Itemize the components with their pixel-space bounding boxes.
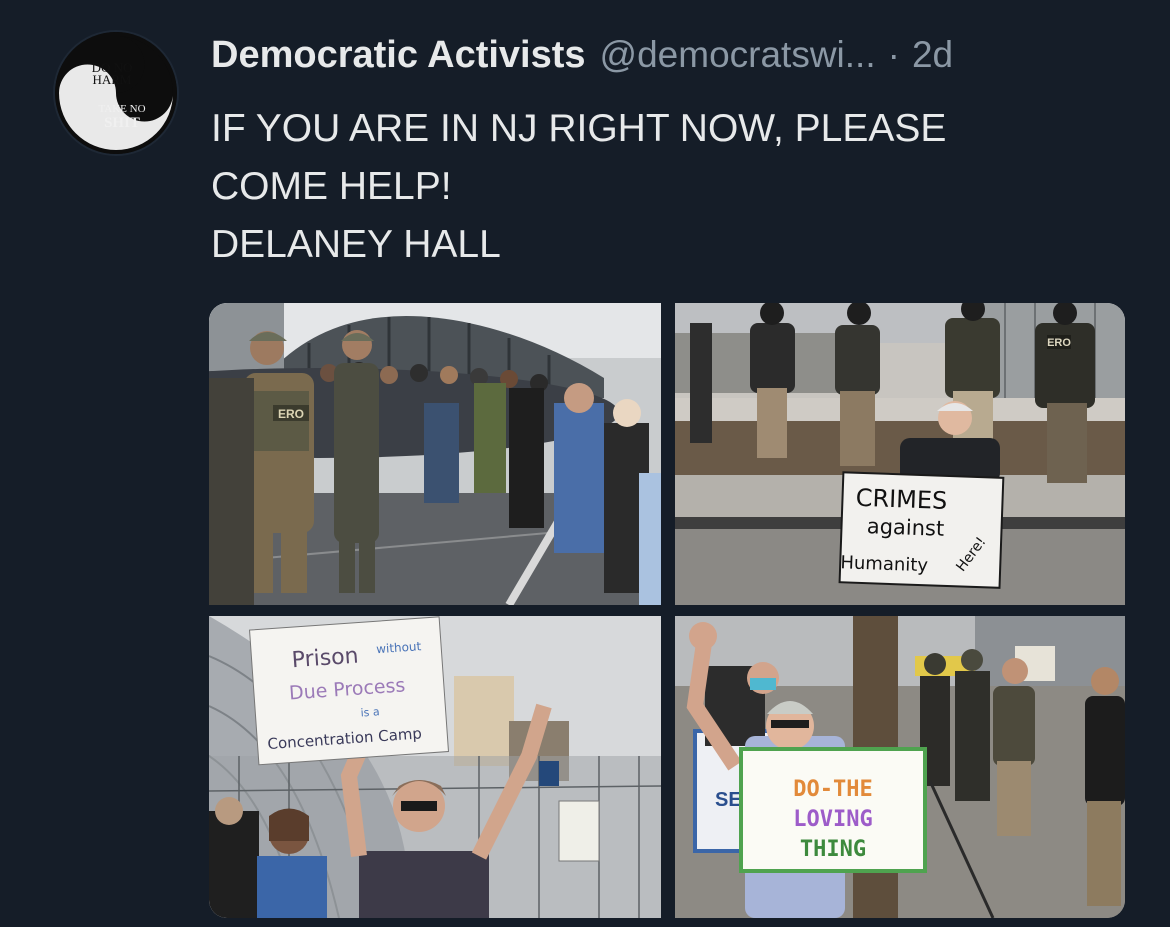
sign-line: Humanity: [840, 552, 929, 576]
photo-prison-sign[interactable]: Prison without Due Process is a Concentr…: [209, 616, 661, 918]
sign-line: Prison: [291, 644, 359, 674]
sign-line: LOVING: [793, 807, 872, 832]
yin-yang-logo-icon: DO NO HARM TAKE NO SHIT: [55, 32, 177, 154]
avatar-top-line-2: HARM: [92, 72, 131, 87]
photo-loving-sign[interactable]: SEP DO-THE LOVING THING: [675, 616, 1125, 918]
photo-prison-sign-image: Prison without Due Process is a Concentr…: [209, 616, 661, 918]
photo-priest-sign[interactable]: ERO CRIMES against Humanity Here!: [675, 303, 1125, 605]
tweet-text-line: IF YOU ARE IN NJ RIGHT NOW, PLEASE: [211, 107, 947, 150]
author-handle[interactable]: @democratswi...: [600, 34, 876, 76]
author-name[interactable]: Democratic Activists: [211, 34, 586, 77]
sign-line: CRIMES: [855, 484, 948, 515]
ero-vest-label: ERO: [278, 407, 304, 421]
tweet-text-line: DELANEY HALL: [211, 223, 501, 266]
tweet-timestamp[interactable]: 2d: [912, 34, 953, 76]
media-grid: ERO ERO CRIMES against Humanity Here! Pr…: [209, 303, 1125, 918]
sign-line: against: [866, 514, 944, 541]
tweet-header: Democratic Activists @democratswi... · 2…: [211, 34, 953, 84]
ero-vest-label-2: ERO: [1047, 337, 1071, 349]
tweet-text: IF YOU ARE IN NJ RIGHT NOW, PLEASE COME …: [211, 100, 1111, 274]
tweet-text-line: COME HELP!: [211, 165, 452, 208]
photo-priest-sign-image: ERO CRIMES against Humanity Here!: [675, 303, 1125, 605]
photo-officers-crowd-image: ERO: [209, 303, 661, 605]
photo-loving-sign-image: SEP DO-THE LOVING THING: [675, 616, 1125, 918]
avatar-bottom-line-1: TAKE NO: [98, 103, 145, 115]
header-separator: ·: [887, 34, 900, 75]
sign-line: DO-THE: [793, 777, 872, 802]
photo-officers-crowd[interactable]: ERO: [209, 303, 661, 605]
author-avatar[interactable]: DO NO HARM TAKE NO SHIT: [55, 32, 177, 154]
avatar-bottom-line-2: SHIT: [104, 115, 140, 131]
sign-line: THING: [800, 837, 866, 862]
sign-line: is a: [360, 705, 380, 719]
